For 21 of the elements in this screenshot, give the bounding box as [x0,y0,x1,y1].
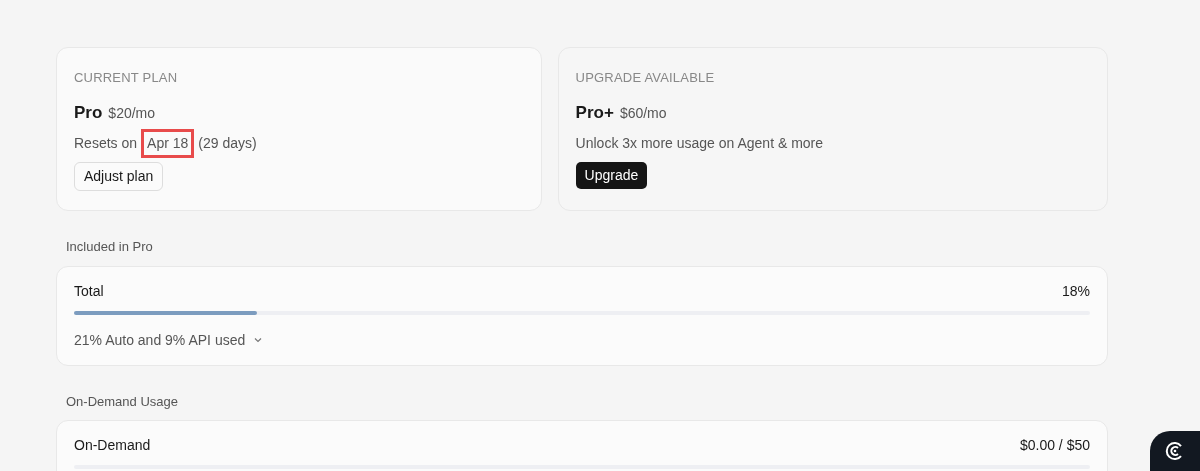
reset-label: Resets on [74,134,138,153]
chevron-icon [253,335,264,345]
reset-date: Apr 18 [141,129,195,158]
plan-heading: CURRENT PLAN [74,69,179,87]
section-title: On-Demand Usage [66,392,179,411]
plan-name: Pro+ [575,101,614,124]
chat-launcher-button[interactable] [1150,431,1200,471]
usage-breakdown-toggle[interactable]: 21% Auto and 9% API used [74,329,264,351]
plan-price: $20/mo [108,103,156,123]
plan-price: $60/mo [619,103,667,123]
meter-label: On-Demand [74,436,151,455]
meter-reading: 18% [1061,281,1090,301]
section-title: Included in Pro [66,238,154,256]
plan-name: Pro [74,101,103,124]
adjust-plan-button[interactable]: Adjust plan [74,162,164,191]
upgrade-button[interactable]: Upgrade [575,162,648,189]
meter-reading: $0.00 / $50 [1019,436,1090,455]
meter-label: Total [74,281,104,301]
plan-description: Unlock 3x more usage on Agent & more [575,134,825,153]
reset-days: (29 days) [198,133,257,154]
plan-heading: UPGRADE AVAILABLE [575,69,716,87]
